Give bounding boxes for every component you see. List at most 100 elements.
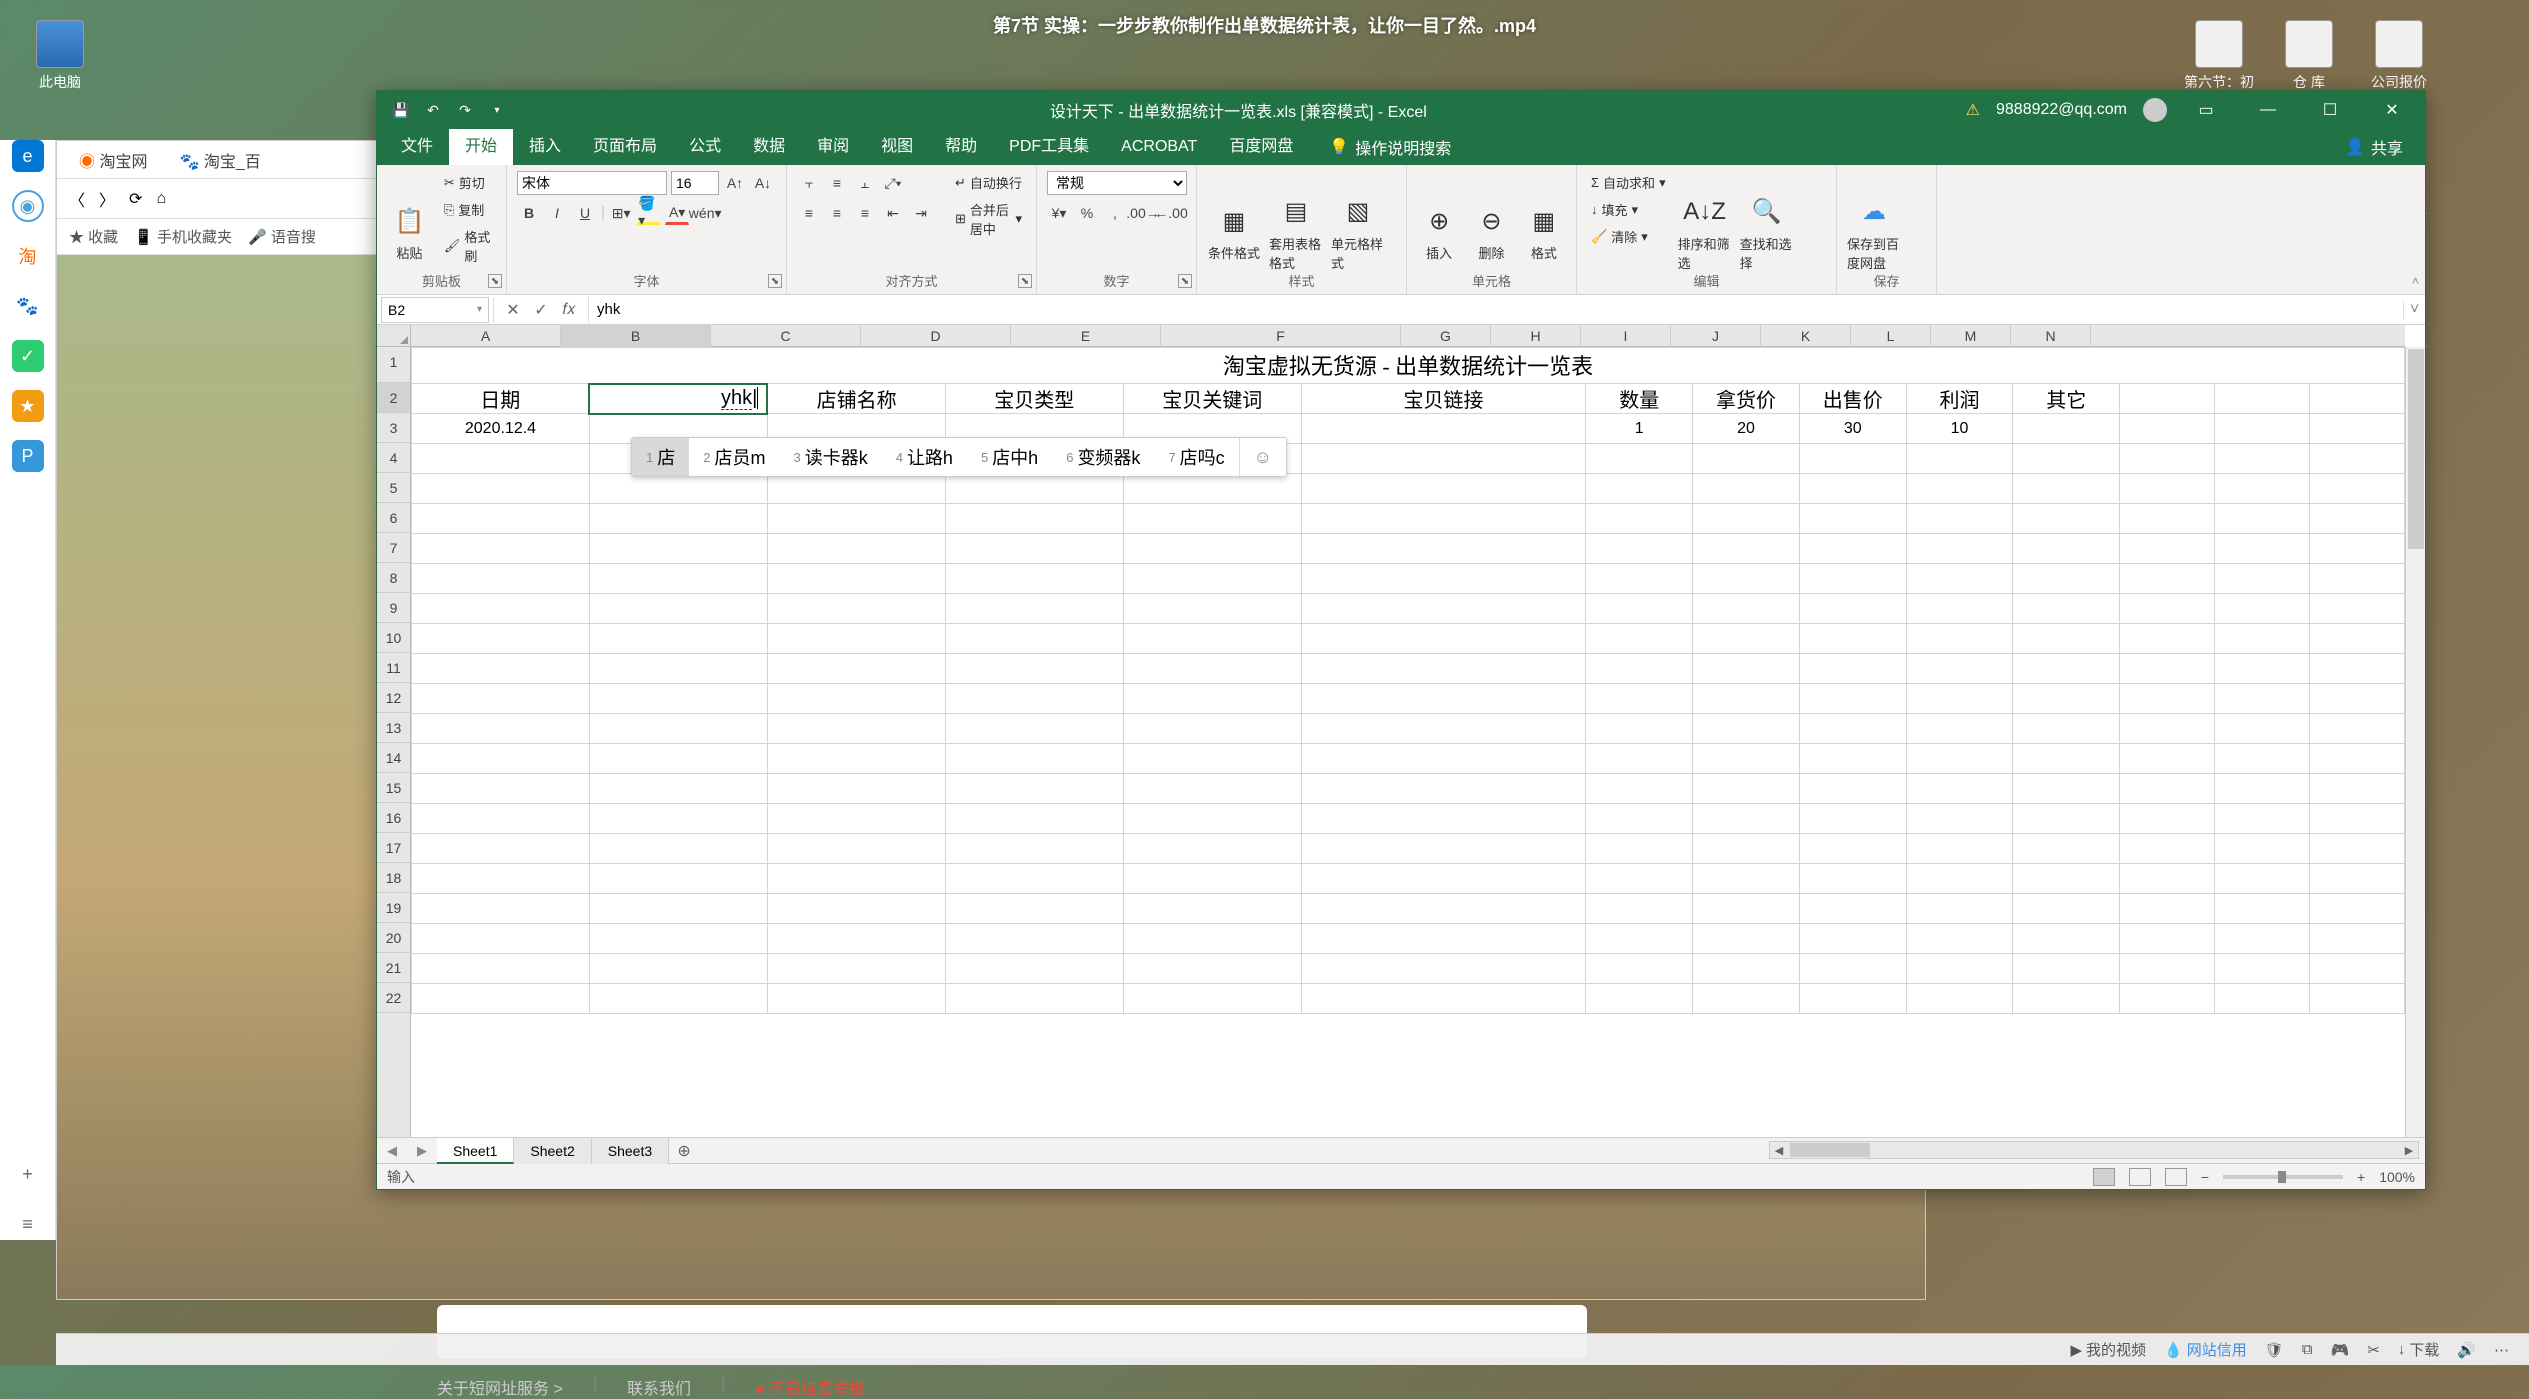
home-icon[interactable]: ⌂ bbox=[156, 190, 166, 208]
desktop-icon-this-pc[interactable]: 此电脑 bbox=[20, 20, 100, 92]
sheet-tab-3[interactable]: Sheet3 bbox=[592, 1138, 669, 1164]
header-cell-C[interactable]: 店铺名称 bbox=[767, 384, 945, 414]
merge-button[interactable]: ⊞合并后居中 ▾ bbox=[951, 198, 1026, 240]
cell-r3-H[interactable]: 20 bbox=[1693, 414, 1800, 444]
row-header-21[interactable]: 21 bbox=[377, 953, 410, 983]
edge-icon[interactable]: e bbox=[12, 140, 44, 172]
font-launcher[interactable]: ⬊ bbox=[768, 274, 782, 288]
enter-icon[interactable]: ✓ bbox=[528, 300, 554, 320]
clear-button[interactable]: 🧹 清除 ▾ bbox=[1587, 225, 1670, 248]
page-layout-view-icon[interactable] bbox=[2129, 1168, 2151, 1186]
account-email[interactable]: 9888922@qq.com bbox=[1996, 101, 2127, 119]
desktop-icon-r3[interactable]: 公司报价 bbox=[2359, 20, 2439, 92]
ime-emoji-icon[interactable]: ☺ bbox=[1239, 438, 1286, 476]
compass-icon[interactable]: ◉ bbox=[12, 190, 44, 222]
align-center-icon[interactable]: ≡ bbox=[825, 201, 849, 225]
phonetic-button[interactable]: wén▾ bbox=[693, 201, 717, 225]
row-header-8[interactable]: 8 bbox=[377, 563, 410, 593]
align-right-icon[interactable]: ≡ bbox=[853, 201, 877, 225]
tab-layout[interactable]: 页面布局 bbox=[577, 129, 673, 165]
row-header-20[interactable]: 20 bbox=[377, 923, 410, 953]
tab-home[interactable]: 开始 bbox=[449, 129, 513, 165]
number-launcher[interactable]: ⬊ bbox=[1178, 274, 1192, 288]
italic-button[interactable]: I bbox=[545, 201, 569, 225]
percent-icon[interactable]: % bbox=[1075, 201, 1099, 225]
col-header-L[interactable]: L bbox=[1851, 325, 1931, 347]
back-icon[interactable]: 〈 bbox=[69, 187, 85, 211]
zoom-out-icon[interactable]: − bbox=[2201, 1169, 2209, 1185]
tab-file[interactable]: 文件 bbox=[385, 129, 449, 165]
forward-icon[interactable]: 〉 bbox=[99, 187, 115, 211]
number-format-select[interactable]: 常规 bbox=[1047, 171, 1187, 195]
header-cell-K[interactable]: 其它 bbox=[2013, 384, 2120, 414]
formula-expand-icon[interactable]: ˅ bbox=[2403, 301, 2425, 319]
row-header-10[interactable]: 10 bbox=[377, 623, 410, 653]
header-cell-J[interactable]: 利润 bbox=[1906, 384, 2013, 414]
header-cell-H[interactable]: 拿货价 bbox=[1693, 384, 1800, 414]
copy-button[interactable]: ⎘复制 bbox=[440, 198, 496, 221]
cell-r3-K[interactable] bbox=[2013, 414, 2120, 444]
tab-insert[interactable]: 插入 bbox=[513, 129, 577, 165]
font-color-button[interactable]: A▾ bbox=[665, 201, 689, 225]
normal-view-icon[interactable] bbox=[2093, 1168, 2115, 1186]
speaker-icon[interactable]: 🔊 bbox=[2457, 1341, 2476, 1359]
gamepad-icon[interactable]: 🎮 bbox=[2331, 1341, 2350, 1359]
font-name-input[interactable] bbox=[517, 171, 667, 195]
align-middle-icon[interactable]: ≡ bbox=[825, 171, 849, 195]
cell-r3-A[interactable]: 2020.12.4 bbox=[412, 414, 590, 444]
bookmark-voice[interactable]: 🎤 语音搜 bbox=[248, 226, 316, 247]
formula-input[interactable]: yhk bbox=[589, 301, 2403, 318]
desktop-icon-r2[interactable]: 仓 库 bbox=[2269, 20, 2349, 92]
sheet-title-cell[interactable]: 淘宝虚拟无货源 - 出单数据统计一览表 bbox=[412, 348, 2405, 384]
browser-tab-2[interactable]: 🐾 淘宝_百 bbox=[169, 144, 270, 176]
ime-candidate-7[interactable]: 7 店吗c bbox=[1154, 438, 1238, 476]
collapse-ribbon-icon[interactable]: ˄ bbox=[2412, 274, 2419, 288]
qat-more-icon[interactable]: ▾ bbox=[487, 100, 507, 120]
download-button[interactable]: ↓ 下载 bbox=[2398, 1339, 2440, 1360]
col-header-D[interactable]: D bbox=[861, 325, 1011, 347]
menu-icon[interactable]: ≡ bbox=[12, 1208, 44, 1240]
name-box[interactable]: B2▾ bbox=[381, 297, 489, 323]
sheet-tab-2[interactable]: Sheet2 bbox=[514, 1138, 591, 1164]
row-header-5[interactable]: 5 bbox=[377, 473, 410, 503]
cell-r3-I[interactable]: 30 bbox=[1799, 414, 1906, 444]
header-cell-B[interactable]: yhk| bbox=[589, 384, 767, 414]
header-cell-E[interactable]: 宝贝关键词 bbox=[1123, 384, 1301, 414]
clipboard-launcher[interactable]: ⬊ bbox=[488, 274, 502, 288]
underline-button[interactable]: U bbox=[573, 201, 597, 225]
orientation-icon[interactable]: ⤢▾ bbox=[881, 171, 905, 195]
tab-baidu[interactable]: 百度网盘 bbox=[1213, 129, 1309, 165]
col-header-F[interactable]: F bbox=[1161, 325, 1401, 347]
fill-button[interactable]: ↓ 填充 ▾ bbox=[1587, 198, 1670, 221]
format-painter-button[interactable]: 🖌格式刷 bbox=[440, 225, 496, 267]
paw-icon[interactable]: 🐾 bbox=[12, 290, 44, 322]
cell-r3-M[interactable] bbox=[2215, 414, 2310, 444]
increase-font-icon[interactable]: A↑ bbox=[723, 171, 747, 195]
cancel-icon[interactable]: ✕ bbox=[500, 300, 526, 320]
col-header-B[interactable]: B bbox=[561, 325, 711, 347]
sheet-nav-next[interactable]: ▶ bbox=[407, 1143, 437, 1159]
row-header-4[interactable]: 4 bbox=[377, 443, 410, 473]
header-cell-I[interactable]: 出售价 bbox=[1799, 384, 1906, 414]
zoom-slider[interactable] bbox=[2223, 1175, 2343, 1179]
scissors-icon[interactable]: ✂ bbox=[2367, 1341, 2380, 1359]
ime-candidate-3[interactable]: 3 读卡器k bbox=[779, 438, 881, 476]
bookmark-mobile[interactable]: 📱 手机收藏夹 bbox=[134, 226, 232, 247]
ime-candidate-2[interactable]: 2 店员m bbox=[689, 438, 779, 476]
cell-r3-N[interactable] bbox=[2309, 414, 2404, 444]
inc-decimal-icon[interactable]: .00→ bbox=[1131, 201, 1155, 225]
row-header-18[interactable]: 18 bbox=[377, 863, 410, 893]
ime-candidate-6[interactable]: 6 变频器k bbox=[1052, 438, 1154, 476]
grid[interactable]: 淘宝虚拟无货源 - 出单数据统计一览表日期yhk|店铺名称宝贝类型宝贝关键词宝贝… bbox=[411, 347, 2405, 1137]
col-header-I[interactable]: I bbox=[1581, 325, 1671, 347]
dec-decimal-icon[interactable]: ←.00 bbox=[1159, 201, 1183, 225]
border-button[interactable]: ⊞▾ bbox=[609, 201, 633, 225]
header-cell-G[interactable]: 数量 bbox=[1586, 384, 1693, 414]
ime-candidate-5[interactable]: 5 店中h bbox=[967, 438, 1052, 476]
indent-inc-icon[interactable]: ⇥ bbox=[909, 201, 933, 225]
tab-view[interactable]: 视图 bbox=[865, 129, 929, 165]
page-break-view-icon[interactable] bbox=[2165, 1168, 2187, 1186]
shield-icon[interactable]: 🛡 bbox=[2265, 1341, 2284, 1359]
row-header-6[interactable]: 6 bbox=[377, 503, 410, 533]
header-cell-F[interactable]: 宝贝链接 bbox=[1301, 384, 1586, 414]
